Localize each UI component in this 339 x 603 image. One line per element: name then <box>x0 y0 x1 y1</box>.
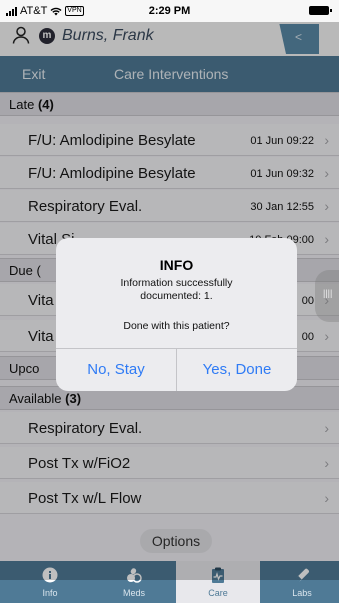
dialog-message: Information successfully documented: 1. <box>120 277 233 302</box>
dialog-title: INFO <box>159 257 194 273</box>
tab-label: Meds <box>122 588 145 598</box>
yes-done-button[interactable]: Yes, Done <box>176 349 297 391</box>
no-stay-button[interactable]: No, Stay <box>56 349 176 391</box>
tab-label: Labs <box>292 588 312 598</box>
tab-label: Info <box>42 588 58 598</box>
info-dialog: INFO Information successfully documented… <box>56 238 297 391</box>
handle-grip-icon: |||| <box>323 288 333 298</box>
dialog-actions: No, Stay Yes, Done <box>56 348 297 391</box>
battery-icon <box>309 6 332 15</box>
tab-label: Care <box>208 588 228 598</box>
side-drawer-handle[interactable]: |||| <box>315 270 339 322</box>
dialog-question: Done with this patient? <box>123 320 230 332</box>
status-time: 2:29 PM <box>148 5 191 17</box>
status-bar: AT&T VPN 2:29 PM <box>0 0 339 22</box>
